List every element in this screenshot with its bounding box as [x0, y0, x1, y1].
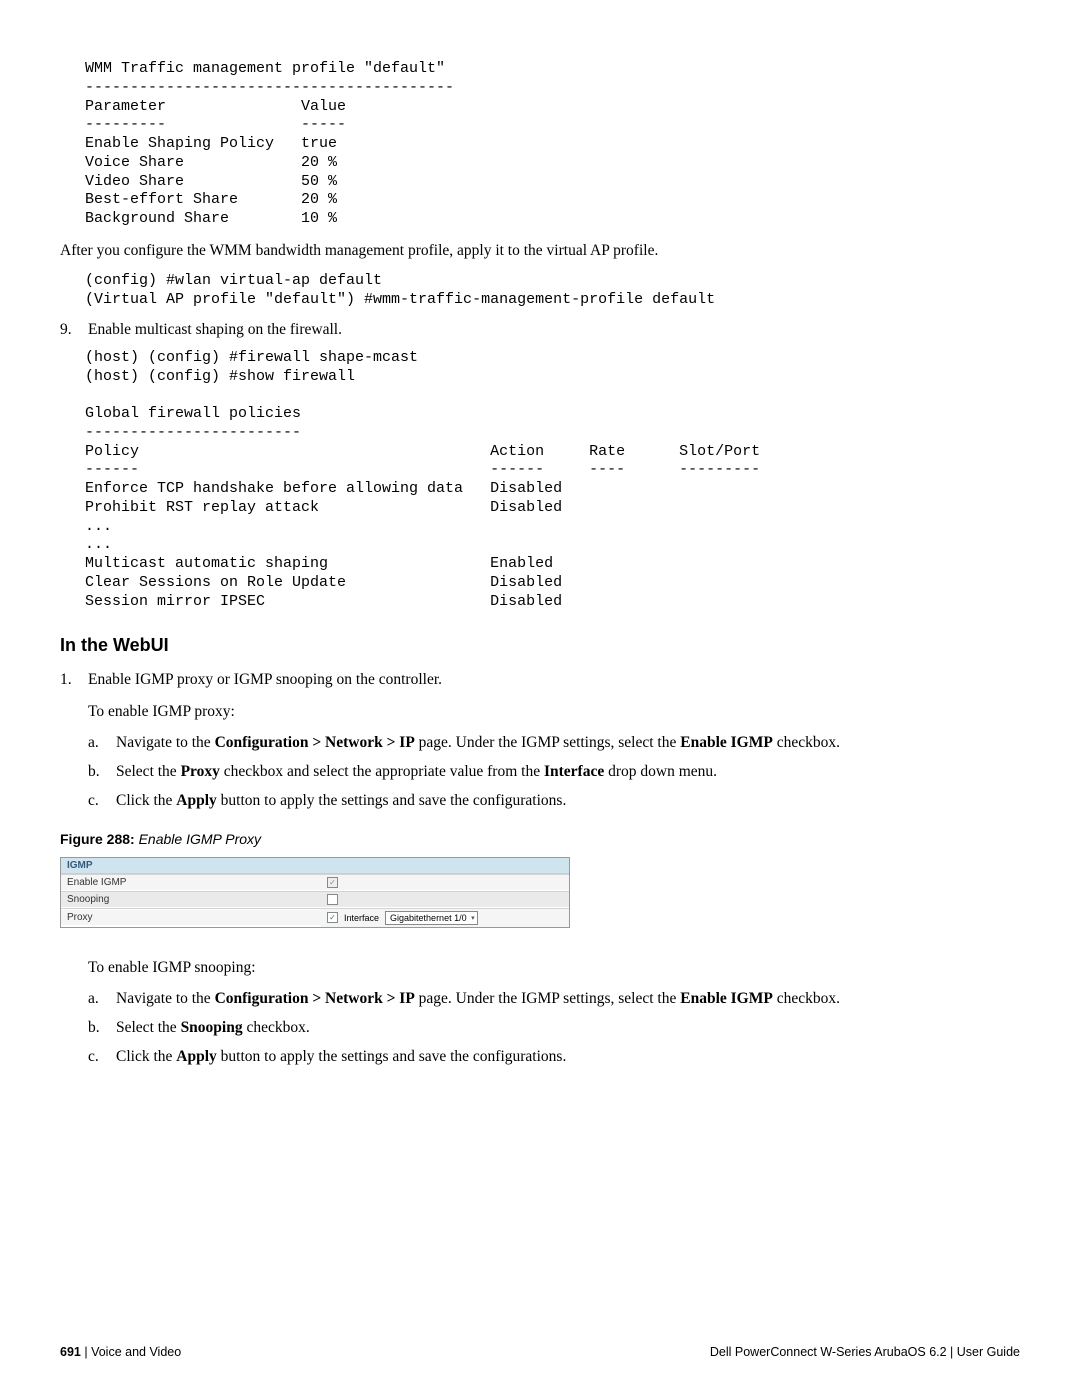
- text-fragment: button to apply the settings and save th…: [217, 792, 567, 809]
- proxy-step-a: a. Navigate to the Configuration > Netwo…: [88, 731, 1020, 754]
- proxy-intro: To enable IGMP proxy:: [88, 700, 1020, 723]
- text-fragment: Select the: [116, 1019, 181, 1036]
- nav-path: Configuration > Network > IP: [215, 990, 415, 1007]
- step-9-number: 9.: [60, 318, 88, 341]
- enable-igmp-label: Enable IGMP: [680, 990, 773, 1007]
- snooping-step-c-letter: c.: [88, 1045, 116, 1068]
- snooping-intro: To enable IGMP snooping:: [88, 956, 1020, 979]
- step-1-number: 1.: [60, 668, 88, 691]
- step-1: 1. Enable IGMP proxy or IGMP snooping on…: [60, 668, 1020, 691]
- text-fragment: checkbox.: [773, 990, 840, 1007]
- figure-title: Enable IGMP Proxy: [135, 831, 261, 847]
- proxy-step-b: b. Select the Proxy checkbox and select …: [88, 760, 1020, 783]
- text-fragment: checkbox.: [773, 734, 840, 751]
- proxy-step-c-letter: c.: [88, 789, 116, 812]
- snooping-step-c: c. Click the Apply button to apply the s…: [88, 1045, 1020, 1068]
- snooping-step-b-letter: b.: [88, 1016, 116, 1039]
- text-fragment: Select the: [116, 763, 181, 780]
- apply-label: Apply: [176, 1048, 217, 1065]
- igmp-row-enable: Enable IGMP ✓: [61, 874, 569, 891]
- step-9: 9. Enable multicast shaping on the firew…: [60, 318, 1020, 341]
- nav-path: Configuration > Network > IP: [215, 734, 415, 751]
- wmm-profile-block: WMM Traffic management profile "default"…: [85, 60, 1020, 229]
- figure-288-caption: Figure 288: Enable IGMP Proxy: [60, 831, 1020, 847]
- text-fragment: page. Under the IGMP settings, select th…: [415, 734, 680, 751]
- proxy-step-b-text: Select the Proxy checkbox and select the…: [116, 760, 1020, 783]
- firewall-block: (host) (config) #firewall shape-mcast (h…: [85, 349, 1020, 612]
- webui-heading: In the WebUI: [60, 635, 1020, 656]
- footer-separator: |: [81, 1345, 91, 1359]
- proxy-label: Proxy: [181, 763, 220, 780]
- proxy-step-c-text: Click the Apply button to apply the sett…: [116, 789, 1020, 812]
- text-fragment: checkbox.: [243, 1019, 310, 1036]
- snooping-step-c-text: Click the Apply button to apply the sett…: [116, 1045, 1020, 1068]
- igmp-panel-header: IGMP: [61, 858, 569, 874]
- page-number: 691: [60, 1345, 81, 1359]
- igmp-row-snooping: Snooping: [61, 891, 569, 908]
- proxy-step-a-text: Navigate to the Configuration > Network …: [116, 731, 1020, 754]
- config-vap-block: (config) #wlan virtual-ap default (Virtu…: [85, 272, 1020, 310]
- enable-igmp-label: Enable IGMP: [680, 734, 773, 751]
- interface-inline-label: Interface: [342, 913, 381, 923]
- interface-dropdown[interactable]: Gigabitethernet 1/0: [385, 911, 478, 925]
- text-fragment: Navigate to the: [116, 990, 215, 1007]
- figure-number: Figure 288:: [60, 831, 135, 847]
- snooping-step-b-text: Select the Snooping checkbox.: [116, 1016, 1020, 1039]
- text-fragment: Navigate to the: [116, 734, 215, 751]
- step-9-text: Enable multicast shaping on the firewall…: [88, 318, 1020, 341]
- snooping-step-b: b. Select the Snooping checkbox.: [88, 1016, 1020, 1039]
- igmp-row-proxy: Proxy ✓ Interface Gigabitethernet 1/0: [61, 908, 569, 927]
- text-fragment: Click the: [116, 792, 176, 809]
- text-fragment: checkbox and select the appropriate valu…: [220, 763, 544, 780]
- footer-right: Dell PowerConnect W-Series ArubaOS 6.2 |…: [710, 1345, 1020, 1359]
- proxy-checkbox[interactable]: ✓: [327, 912, 338, 923]
- proxy-step-c: c. Click the Apply button to apply the s…: [88, 789, 1020, 812]
- snooping-step-a-letter: a.: [88, 987, 116, 1010]
- footer-left: 691 | Voice and Video: [60, 1345, 181, 1359]
- proxy-step-a-letter: a.: [88, 731, 116, 754]
- footer-section: Voice and Video: [91, 1345, 181, 1359]
- enable-igmp-row-label: Enable IGMP: [61, 875, 321, 890]
- step-1-text: Enable IGMP proxy or IGMP snooping on th…: [88, 668, 1020, 691]
- snooping-checkbox[interactable]: [327, 894, 338, 905]
- snooping-step-a: a. Navigate to the Configuration > Netwo…: [88, 987, 1020, 1010]
- text-fragment: page. Under the IGMP settings, select th…: [415, 990, 680, 1007]
- snooping-label: Snooping: [181, 1019, 243, 1036]
- apply-label: Apply: [176, 792, 217, 809]
- text-fragment: Click the: [116, 1048, 176, 1065]
- apply-profile-text: After you configure the WMM bandwidth ma…: [60, 239, 1020, 262]
- enable-igmp-checkbox[interactable]: ✓: [327, 877, 338, 888]
- snooping-step-a-text: Navigate to the Configuration > Network …: [116, 987, 1020, 1010]
- page-footer: 691 | Voice and Video Dell PowerConnect …: [60, 1345, 1020, 1359]
- text-fragment: button to apply the settings and save th…: [217, 1048, 567, 1065]
- text-fragment: drop down menu.: [604, 763, 717, 780]
- snooping-row-label: Snooping: [61, 892, 321, 907]
- proxy-step-b-letter: b.: [88, 760, 116, 783]
- proxy-row-label: Proxy: [61, 910, 321, 925]
- figure-288-panel: IGMP Enable IGMP ✓ Snooping Proxy ✓ Inte…: [60, 857, 570, 928]
- interface-label: Interface: [544, 763, 604, 780]
